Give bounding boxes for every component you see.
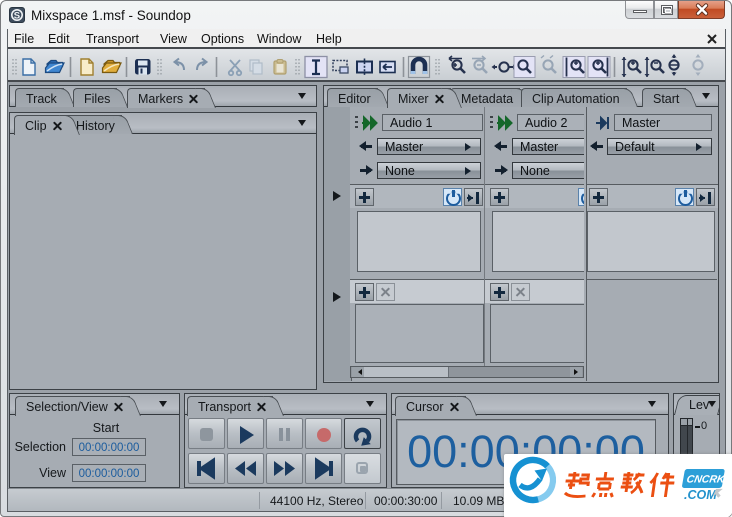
svg-text:.COM: .COM <box>684 488 717 502</box>
svg-text:S: S <box>14 11 20 22</box>
svg-text:CNCRK: CNCRK <box>686 474 727 486</box>
